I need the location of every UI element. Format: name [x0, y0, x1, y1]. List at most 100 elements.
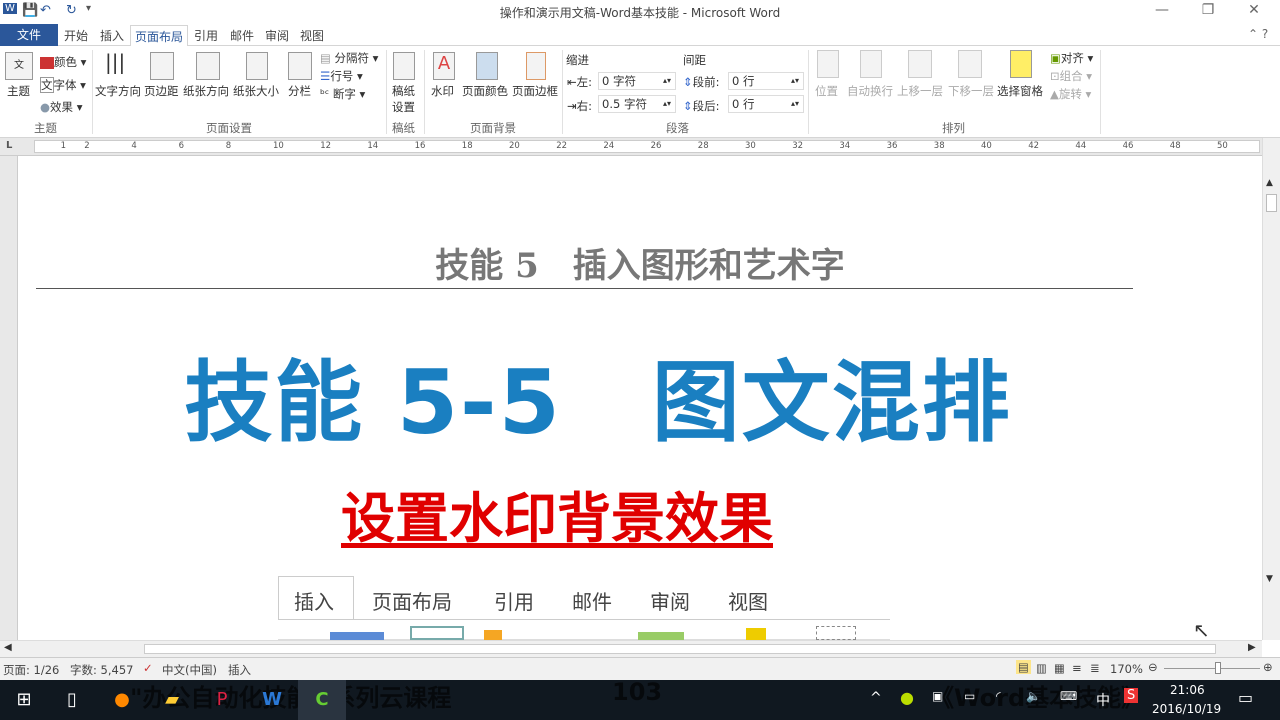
align-button[interactable]: ▣对齐 ▾	[1050, 50, 1093, 66]
ime-indicator[interactable]: 中	[1096, 690, 1110, 710]
insert-mode-status[interactable]: 插入	[228, 662, 251, 678]
firefox-icon[interactable]: ●	[98, 680, 146, 720]
group-label-page-setup: 页面设置	[206, 121, 252, 135]
word-count[interactable]: 字数: 5,457	[70, 662, 133, 678]
fonts-icon: 文	[40, 77, 54, 93]
document-subtitle: 设置水印背景效果	[341, 486, 773, 550]
powerpoint-icon[interactable]: P	[198, 680, 246, 720]
tab-page-layout[interactable]: 页面布局	[130, 25, 188, 47]
breaks-button[interactable]: ▤ 分隔符 ▾	[320, 50, 378, 66]
scrollbar-thumb[interactable]	[144, 644, 1216, 654]
wrap-text-button[interactable]: 自动换行	[847, 83, 893, 99]
indent-left-input[interactable]: 0 字符 ▴▾	[598, 72, 676, 90]
vertical-scrollbar[interactable]: ▲ ▼	[1262, 138, 1280, 640]
minimize-button[interactable]: —	[1142, 2, 1182, 18]
scroll-down-icon[interactable]: ▼	[1266, 574, 1273, 584]
collapse-ribbon-icon[interactable]: ⌃ ?	[1248, 27, 1268, 41]
group-button[interactable]: ⊡组合 ▾	[1050, 68, 1092, 84]
zoom-in-icon[interactable]: ⊕	[1263, 660, 1273, 674]
scroll-left-icon[interactable]: ◀	[4, 642, 12, 653]
wifi-icon[interactable]: ◜	[996, 689, 1001, 703]
tab-page-layout-label: 页面布局	[135, 30, 184, 44]
show-hidden-icons[interactable]: ^	[870, 690, 882, 706]
tray-app-icon[interactable]: ●	[900, 688, 914, 707]
tab-file[interactable]: 文件	[0, 24, 58, 46]
selection-pane-icon	[1010, 50, 1032, 78]
theme-fonts-button[interactable]: 文字体 ▾	[40, 77, 86, 93]
volume-icon[interactable]: 🔈	[1026, 689, 1041, 703]
print-layout-view-icon[interactable]: ▤	[1016, 660, 1031, 674]
scroll-right-icon[interactable]: ▶	[1248, 642, 1256, 653]
zoom-level[interactable]: 170%	[1110, 662, 1143, 676]
themes-icon[interactable]: 文	[5, 52, 33, 80]
size-button[interactable]: 纸张大小	[233, 83, 279, 99]
ruler-number: 28	[697, 141, 709, 151]
theme-colors-button[interactable]: 颜色 ▾	[40, 54, 86, 70]
tab-stop-selector[interactable]: L	[6, 140, 12, 151]
tab-home[interactable]: 开始	[64, 27, 88, 44]
task-view-icon[interactable]: ▯	[48, 680, 96, 720]
tab-insert[interactable]: 插入	[100, 27, 124, 44]
file-explorer-icon[interactable]: ▰	[148, 680, 196, 720]
watermark-button[interactable]: 水印	[431, 83, 454, 99]
tab-view[interactable]: 视图	[300, 27, 324, 44]
rotate-button[interactable]: ▲旋转 ▾	[1050, 86, 1091, 102]
scroll-up-icon[interactable]: ▲	[1266, 178, 1273, 188]
sogou-ime-icon[interactable]: S	[1124, 688, 1139, 703]
embedded-tab: 插入	[294, 590, 334, 614]
draft-view-icon[interactable]: ≣	[1090, 661, 1100, 675]
keyboard-icon[interactable]: ⌨	[1060, 689, 1077, 703]
zoom-out-icon[interactable]: ⊖	[1148, 660, 1158, 674]
selection-pane-button[interactable]: 选择窗格	[997, 83, 1043, 99]
clock-time[interactable]: 21:06	[1170, 683, 1205, 697]
start-button[interactable]: ⊞	[0, 680, 48, 720]
position-button[interactable]: 位置	[815, 83, 838, 99]
scrollbar-thumb[interactable]	[1266, 194, 1277, 212]
theme-effects-button[interactable]: ●效果 ▾	[40, 99, 82, 115]
line-numbers-button[interactable]: ☰行号 ▾	[320, 68, 363, 84]
columns-button[interactable]: 分栏	[288, 83, 311, 99]
web-layout-icon[interactable]: ▦	[1054, 661, 1065, 675]
clock-date[interactable]: 2016/10/19	[1152, 702, 1221, 716]
action-center-icon[interactable]: ▭	[1238, 688, 1253, 707]
word-taskbar-icon[interactable]: W	[248, 680, 296, 720]
tab-references[interactable]: 引用	[194, 27, 218, 44]
tab-review[interactable]: 审阅	[265, 27, 289, 44]
indent-right-input[interactable]: 0.5 字符 ▴▾	[598, 95, 676, 113]
zoom-slider-handle[interactable]	[1215, 662, 1221, 674]
tab-mailings[interactable]: 邮件	[230, 27, 254, 44]
vertical-ruler[interactable]	[0, 156, 18, 640]
page-count[interactable]: 页面: 1/26	[3, 662, 59, 678]
divider	[92, 50, 93, 134]
themes-button[interactable]: 主题	[7, 83, 30, 99]
spacing-after-input[interactable]: 0 行 ▴▾	[728, 95, 804, 113]
tray-icon[interactable]: ▣	[932, 689, 943, 703]
margins-button[interactable]: 页边距	[144, 83, 179, 99]
language-status[interactable]: 中文(中国)	[162, 662, 217, 678]
divider	[808, 50, 809, 134]
text-direction-button[interactable]: 文字方向	[95, 83, 141, 99]
close-button[interactable]: ✕	[1234, 2, 1274, 18]
camtasia-icon[interactable]: C	[298, 680, 346, 720]
page-borders-button[interactable]: 页面边框	[512, 83, 558, 99]
manuscript-setup-button[interactable]: 稿纸	[392, 83, 415, 99]
orientation-button[interactable]: 纸张方向	[183, 83, 229, 99]
hyphenation-button[interactable]: ᵇᶜ 断字 ▾	[320, 86, 365, 102]
page-color-button[interactable]: 页面颜色	[462, 83, 508, 99]
battery-icon[interactable]: ▭	[964, 689, 975, 703]
full-screen-reading-icon[interactable]: ▥	[1036, 661, 1047, 675]
orientation-icon	[196, 52, 220, 80]
horizontal-scrollbar[interactable]: ◀ ▶	[0, 640, 1262, 657]
proofing-icon[interactable]: ✓	[143, 661, 153, 675]
outline-view-icon[interactable]: ≡	[1072, 661, 1082, 675]
ruler-number: 8	[225, 141, 232, 151]
document-page[interactable]: 技能 5 插入图形和艺术字 技能 5-5 图文混排 设置水印背景效果 插入 页面…	[18, 156, 1262, 640]
zoom-slider[interactable]	[1164, 668, 1260, 669]
restore-button[interactable]: ❐	[1188, 2, 1228, 18]
bring-forward-button[interactable]: 上移一层	[897, 83, 943, 99]
spacing-before-input[interactable]: 0 行 ▴▾	[728, 72, 804, 90]
ruler-number: 2	[84, 141, 90, 151]
send-backward-button[interactable]: 下移一层	[948, 83, 994, 99]
horizontal-ruler[interactable]: L 1 2 4 6 8 10 12 14 16 18 20 22 24 26 28 30 32 34 36 38 40 4…	[0, 138, 1280, 156]
mouse-cursor: ↖	[1193, 618, 1210, 640]
